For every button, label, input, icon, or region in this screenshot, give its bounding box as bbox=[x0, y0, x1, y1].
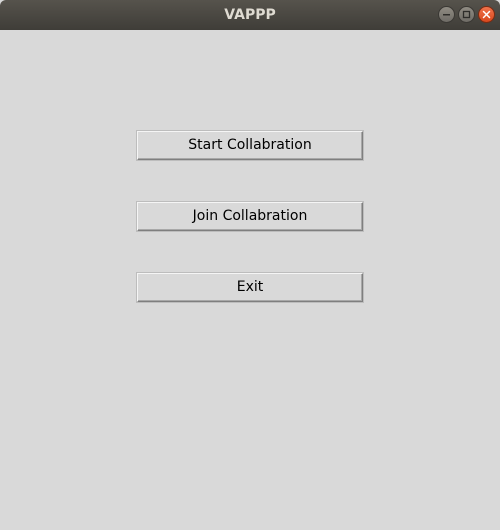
title-bar[interactable]: VAPPP bbox=[0, 0, 500, 30]
close-icon bbox=[482, 10, 491, 19]
maximize-button[interactable] bbox=[458, 6, 475, 23]
close-button[interactable] bbox=[478, 6, 495, 23]
window-controls bbox=[438, 6, 495, 23]
app-window: VAPPP Start Collabration Join Collabrati… bbox=[0, 0, 500, 530]
maximize-icon bbox=[462, 10, 471, 19]
start-collaboration-button[interactable]: Start Collabration bbox=[137, 131, 363, 160]
window-title: VAPPP bbox=[224, 7, 276, 23]
minimize-icon bbox=[443, 14, 450, 16]
join-collaboration-button[interactable]: Join Collabration bbox=[137, 202, 363, 231]
main-panel: Start Collabration Join Collabration Exi… bbox=[0, 30, 500, 530]
minimize-button[interactable] bbox=[438, 6, 455, 23]
exit-button[interactable]: Exit bbox=[137, 273, 363, 302]
